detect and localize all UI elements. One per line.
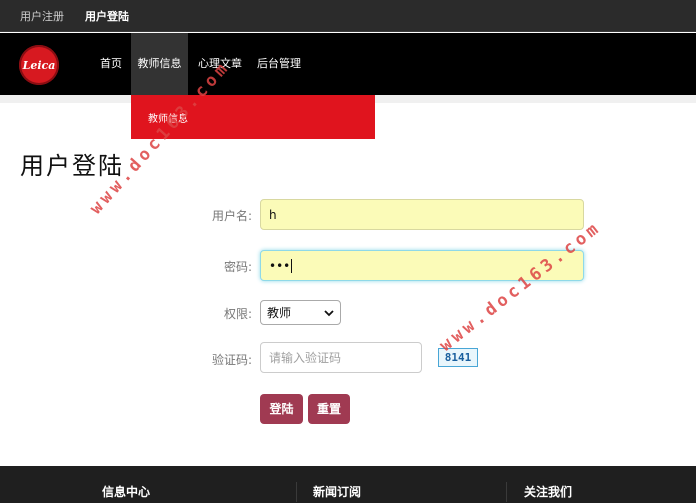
footer: 信息中心 新闻订阅 关注我们	[0, 466, 696, 503]
reset-button[interactable]: 重置	[308, 394, 350, 424]
nav-item-teacher-info[interactable]: 教师信息	[131, 33, 188, 95]
login-button[interactable]: 登陆	[260, 394, 303, 424]
role-label: 权限:	[223, 307, 252, 321]
footer-follow-us: 关注我们	[524, 485, 573, 499]
footer-divider	[506, 482, 507, 502]
captcha-input[interactable]: 请输入验证码	[260, 342, 422, 373]
username-label: 用户名:	[211, 209, 252, 223]
register-link[interactable]: 用户注册	[20, 8, 64, 24]
username-input[interactable]: h	[260, 199, 584, 230]
captcha-label: 验证码:	[211, 353, 252, 367]
role-select[interactable]: 教师	[260, 300, 341, 325]
logo-text: Leica	[22, 58, 56, 72]
role-select-value: 教师	[267, 306, 292, 320]
top-bar: 用户注册 用户登陆	[0, 0, 696, 32]
main-header: Leica 首页 教师信息 心理文章 后台管理	[0, 33, 696, 95]
password-label: 密码:	[223, 260, 252, 274]
text-cursor	[291, 258, 293, 273]
captcha-placeholder: 请输入验证码	[269, 351, 342, 365]
footer-info-center: 信息中心	[102, 485, 151, 499]
watermark-right: www.doc163.com	[436, 217, 606, 356]
password-value: •••	[269, 258, 291, 273]
login-page: 用户注册 用户登陆 Leica 首页 教师信息 心理文章 后台管理 教师信息 用…	[0, 0, 696, 503]
username-value: h	[269, 207, 277, 222]
nav-item-home[interactable]: 首页	[92, 33, 130, 95]
leica-logo[interactable]: Leica	[19, 45, 59, 85]
footer-news-subscribe: 新闻订阅	[313, 485, 362, 499]
page-title: 用户登陆	[20, 152, 124, 180]
chevron-down-icon	[324, 310, 334, 317]
login-link[interactable]: 用户登陆	[85, 8, 129, 24]
footer-divider	[296, 482, 297, 502]
nav-item-admin[interactable]: 后台管理	[251, 33, 307, 95]
